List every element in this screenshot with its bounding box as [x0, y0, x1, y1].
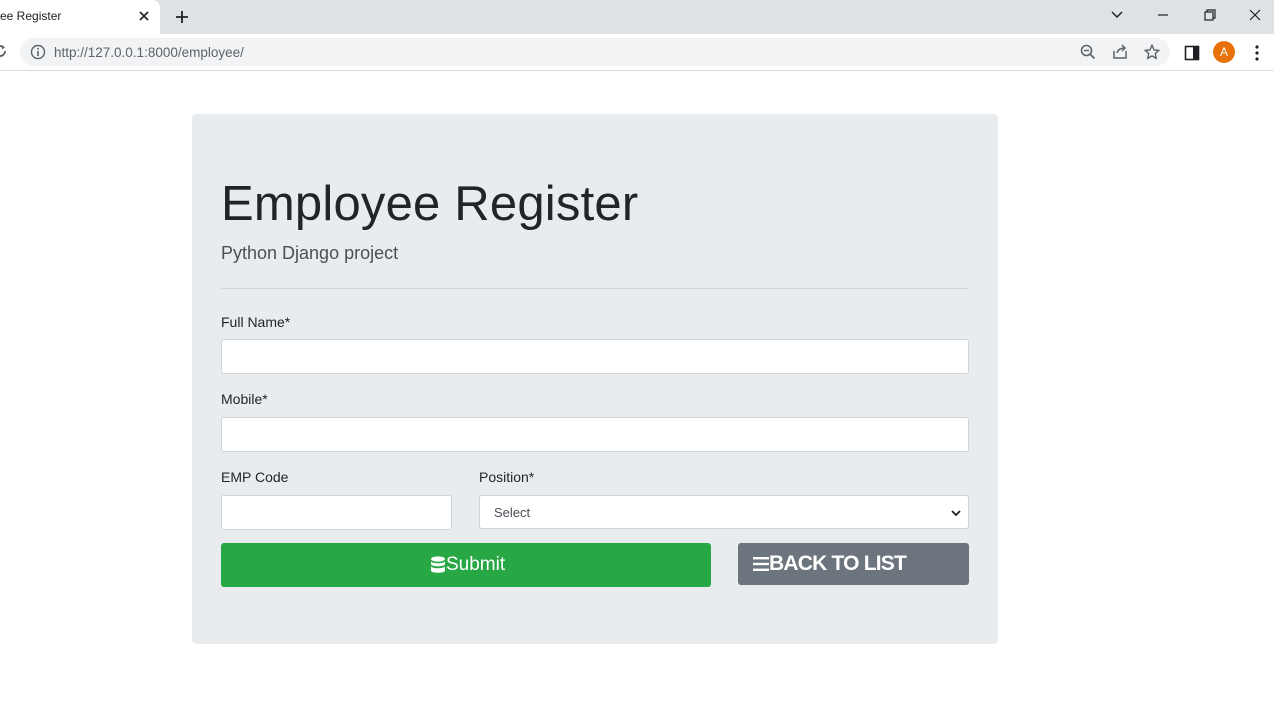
url-text[interactable]: http://127.0.0.1:8000/employee/	[54, 45, 244, 60]
position-label: Position*	[479, 469, 535, 485]
position-selected-value: Select	[494, 505, 531, 520]
database-icon	[431, 556, 445, 573]
new-tab-icon[interactable]	[172, 7, 192, 27]
position-select[interactable]: Select	[479, 495, 969, 529]
tab-search-icon[interactable]	[1105, 5, 1129, 25]
info-icon[interactable]	[30, 44, 46, 60]
kebab-menu-icon[interactable]	[1249, 44, 1265, 62]
minimize-icon[interactable]	[1151, 5, 1175, 25]
back-to-list-button[interactable]: BACK TO LIST	[738, 543, 969, 585]
browser-tab[interactable]: ee Register	[0, 0, 160, 34]
share-icon[interactable]	[1111, 43, 1129, 61]
list-icon	[753, 557, 769, 571]
browser-tab-bar: ee Register	[0, 0, 1274, 34]
full-name-input[interactable]	[221, 339, 969, 374]
mobile-input[interactable]	[221, 417, 969, 452]
full-name-label: Full Name*	[221, 314, 291, 330]
divider	[221, 288, 969, 289]
page-title: Employee Register	[221, 177, 639, 231]
back-to-list-label: BACK TO LIST	[769, 552, 907, 575]
bookmark-star-icon[interactable]	[1143, 43, 1161, 61]
tab-title: ee Register	[0, 9, 62, 23]
side-panel-icon[interactable]	[1183, 44, 1201, 62]
emp-code-label: EMP Code	[221, 469, 289, 485]
restore-icon[interactable]	[1197, 5, 1221, 25]
mobile-label: Mobile*	[221, 391, 268, 407]
emp-code-input[interactable]	[221, 495, 452, 530]
form-panel: Employee Register Python Django project …	[192, 114, 998, 644]
omnibox[interactable]: http://127.0.0.1:8000/employee/	[20, 38, 1170, 66]
chevron-down-icon	[951, 510, 961, 517]
close-tab-icon[interactable]	[136, 8, 152, 24]
page-subtitle: Python Django project	[221, 243, 399, 263]
submit-label: Submit	[446, 554, 506, 575]
address-bar: http://127.0.0.1:8000/employee/ A	[0, 34, 1274, 71]
zoom-out-icon[interactable]	[1079, 43, 1097, 61]
submit-button[interactable]: Submit	[221, 543, 711, 587]
reload-icon[interactable]	[0, 43, 8, 59]
profile-avatar[interactable]: A	[1213, 41, 1235, 63]
close-window-icon[interactable]	[1243, 5, 1267, 25]
